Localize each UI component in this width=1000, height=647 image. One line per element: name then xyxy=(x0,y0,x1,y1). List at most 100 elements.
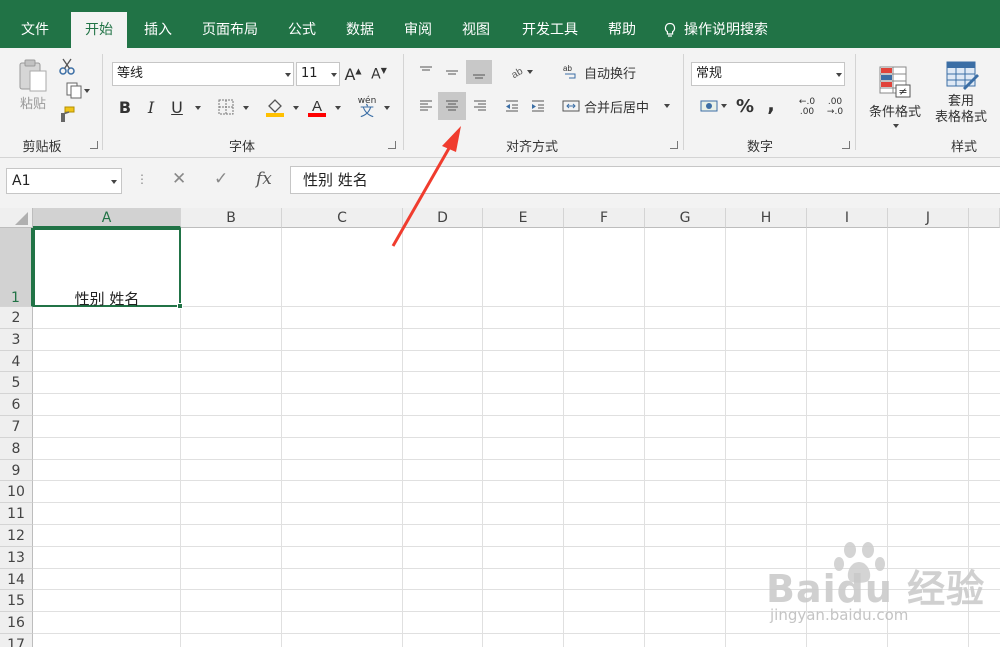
row-header-8[interactable]: 8 xyxy=(0,437,33,460)
row-header-3[interactable]: 3 xyxy=(0,328,33,351)
underline-button[interactable]: U xyxy=(166,96,188,118)
row-header-12[interactable]: 12 xyxy=(0,525,33,547)
increase-font-button[interactable]: A▲ xyxy=(344,62,362,86)
font-launcher-icon[interactable] xyxy=(388,141,396,149)
font-color-button[interactable]: A xyxy=(304,94,330,120)
name-box[interactable]: A1 xyxy=(6,168,122,194)
tab-help[interactable]: 帮助 xyxy=(601,12,643,48)
chevron-down-icon[interactable] xyxy=(384,106,390,110)
chevron-down-icon[interactable] xyxy=(243,106,249,110)
cancel-icon[interactable]: ✕ xyxy=(172,169,186,189)
borders-icon xyxy=(218,99,234,115)
merge-cells-icon xyxy=(562,100,580,112)
grid-row-line xyxy=(33,371,1000,373)
tab-formulas[interactable]: 公式 xyxy=(281,12,323,48)
font-color-icon: A xyxy=(308,98,326,117)
row-header-17[interactable]: 17 xyxy=(0,634,33,647)
row-header-15[interactable]: 15 xyxy=(0,590,33,613)
row-header-14[interactable]: 14 xyxy=(0,568,33,591)
text-orientation-icon: ab xyxy=(510,66,526,80)
chevron-down-icon xyxy=(893,124,899,128)
wrap-text-button[interactable]: ab 自动换行 xyxy=(562,60,648,84)
align-middle-icon xyxy=(446,70,458,75)
row-header-4[interactable]: 4 xyxy=(0,350,33,373)
format-painter-button[interactable] xyxy=(56,104,78,124)
align-right-button[interactable] xyxy=(468,94,492,118)
font-size-select[interactable]: 11 xyxy=(296,62,340,86)
decrease-decimal-button[interactable]: .00 →.0 xyxy=(822,94,848,120)
enter-icon[interactable]: ✓ xyxy=(214,169,228,189)
column-header-D[interactable]: D xyxy=(403,208,483,228)
tab-review[interactable]: 审阅 xyxy=(397,12,439,48)
column-header-partial[interactable] xyxy=(969,208,1000,228)
column-header-B[interactable]: B xyxy=(181,208,282,228)
italic-button[interactable]: I xyxy=(140,96,162,118)
fill-handle[interactable] xyxy=(177,303,183,309)
column-header-H[interactable]: H xyxy=(726,208,807,228)
row-header-9[interactable]: 9 xyxy=(0,459,33,482)
column-header-C[interactable]: C xyxy=(282,208,403,228)
formula-input[interactable]: 性别 姓名 xyxy=(290,166,1000,194)
tab-page-layout[interactable]: 页面布局 xyxy=(196,12,264,48)
chevron-down-icon[interactable] xyxy=(195,106,201,110)
accounting-format-button[interactable] xyxy=(692,94,728,118)
tab-developer[interactable]: 开发工具 xyxy=(515,12,585,48)
chevron-down-icon[interactable] xyxy=(335,106,341,110)
align-bottom-button[interactable] xyxy=(466,60,492,84)
borders-button[interactable] xyxy=(214,96,238,118)
decrease-decimal-top: .00 xyxy=(827,97,843,107)
column-header-A[interactable]: A xyxy=(33,208,181,228)
tab-file[interactable]: 文件 xyxy=(12,12,58,48)
number-format-select[interactable]: 常规 xyxy=(691,62,845,86)
orientation-button[interactable]: ab xyxy=(502,60,534,84)
row-header-7[interactable]: 7 xyxy=(0,416,33,438)
number-launcher-icon[interactable] xyxy=(842,141,850,149)
column-header-F[interactable]: F xyxy=(564,208,645,228)
comma-style-button[interactable]: , xyxy=(760,92,782,116)
phonetic-button[interactable]: wén 文 xyxy=(354,92,380,122)
font-name-select[interactable]: 等线 xyxy=(112,62,294,86)
select-all-corner[interactable] xyxy=(0,208,33,228)
row-header-6[interactable]: 6 xyxy=(0,394,33,416)
column-header-E[interactable]: E xyxy=(483,208,564,228)
row-header-2[interactable]: 2 xyxy=(0,307,33,329)
tab-data[interactable]: 数据 xyxy=(339,12,381,48)
row-header-11[interactable]: 11 xyxy=(0,503,33,525)
row-header-5[interactable]: 5 xyxy=(0,372,33,395)
format-as-table-button[interactable]: 套用 表格格式 xyxy=(926,54,996,130)
tell-me-search[interactable]: 操作说明搜索 xyxy=(662,12,768,48)
merge-center-button[interactable]: 合并后居中 xyxy=(562,94,672,118)
chevron-down-icon[interactable] xyxy=(293,106,299,110)
cut-button[interactable] xyxy=(56,56,78,76)
row-header-16[interactable]: 16 xyxy=(0,612,33,634)
conditional-formatting-button[interactable]: ≠ 条件格式 xyxy=(862,54,928,130)
align-left-button[interactable] xyxy=(414,94,438,118)
align-center-button[interactable] xyxy=(438,92,466,120)
row-header-13[interactable]: 13 xyxy=(0,546,33,569)
fill-color-button[interactable] xyxy=(262,94,288,120)
align-top-button[interactable] xyxy=(414,60,438,84)
align-middle-button[interactable] xyxy=(440,60,464,84)
insert-function-button[interactable]: fx xyxy=(256,169,272,189)
cell-A1[interactable]: 性别 姓名 xyxy=(33,228,181,308)
column-header-J[interactable]: J xyxy=(888,208,969,228)
wrap-text-icon: ab xyxy=(563,64,576,79)
tab-home[interactable]: 开始 xyxy=(71,12,127,48)
row-header-1[interactable]: 1 xyxy=(0,228,33,307)
bold-button[interactable]: B xyxy=(114,96,136,118)
tab-insert[interactable]: 插入 xyxy=(137,12,179,48)
column-header-I[interactable]: I xyxy=(807,208,888,228)
percent-style-button[interactable]: % xyxy=(734,94,756,118)
copy-button[interactable] xyxy=(56,80,92,100)
column-header-G[interactable]: G xyxy=(645,208,726,228)
lightbulb-icon xyxy=(664,22,676,37)
alignment-launcher-icon[interactable] xyxy=(670,141,678,149)
decrease-font-button[interactable]: A▼ xyxy=(370,62,388,86)
paste-button[interactable]: 粘贴 xyxy=(14,54,52,114)
increase-indent-button[interactable] xyxy=(526,94,550,118)
tab-view[interactable]: 视图 xyxy=(455,12,497,48)
clipboard-launcher-icon[interactable] xyxy=(90,141,98,149)
increase-decimal-button[interactable]: ←.0 .00 xyxy=(794,94,820,120)
row-header-10[interactable]: 10 xyxy=(0,481,33,504)
decrease-indent-button[interactable] xyxy=(500,94,524,118)
